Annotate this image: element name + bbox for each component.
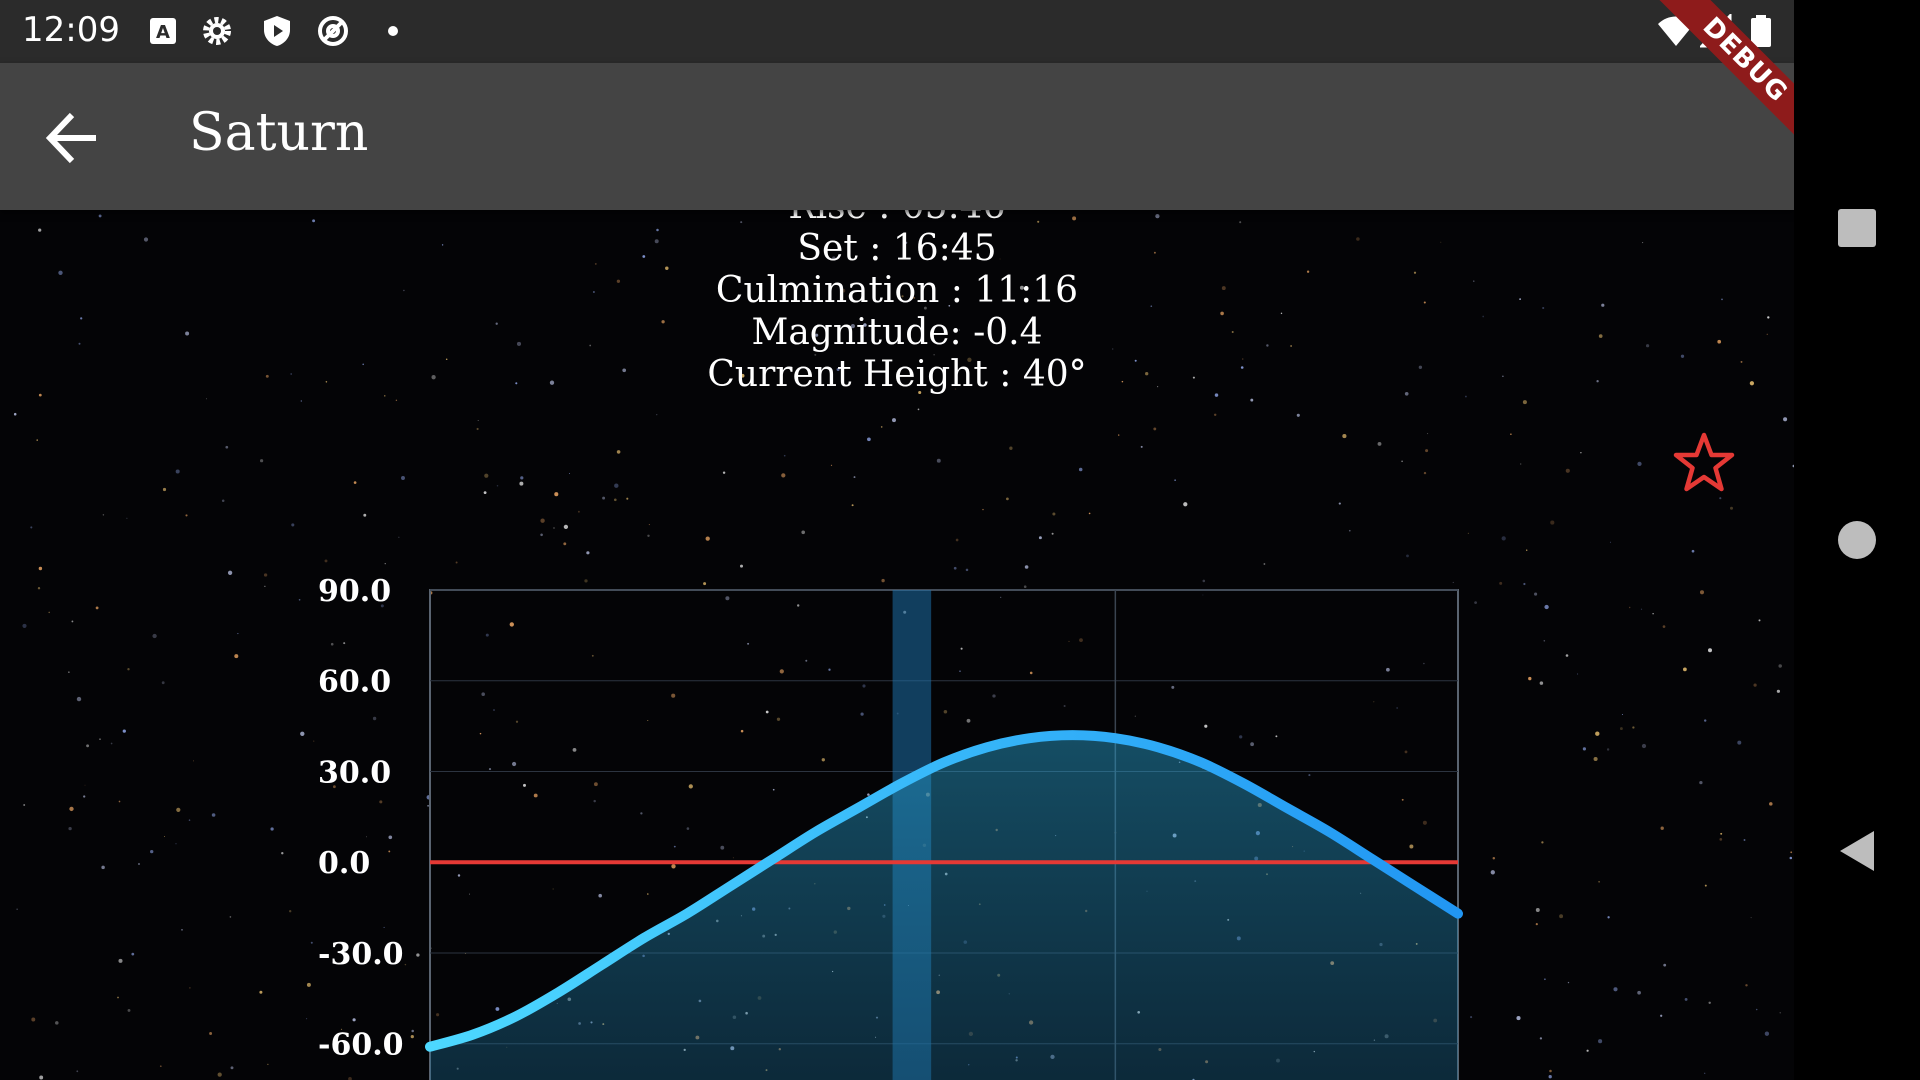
system-nav-bar [1794,0,1920,1080]
y-tick-label: 0.0 [318,846,370,881]
y-tick-label: 60.0 [318,665,391,700]
status-clock: 12:09 [22,10,120,50]
y-tick-label: 90.0 [318,574,391,609]
altitude-chart: 90.0 60.0 30.0 0.0 -30.0 -60.0 [318,574,1463,1080]
settings-gear-icon [203,17,231,45]
svg-text:A: A [156,22,170,43]
y-tick-label: 30.0 [318,755,391,790]
at-circle-icon [318,16,348,46]
dot-icon [388,26,398,36]
keyboard-a-icon: A [150,18,176,44]
planet-detail-content: Rise : 05:46 Set : 16:45 Culmination : 1… [0,210,1794,1080]
back-arrow-icon[interactable] [40,108,106,168]
page-title: Saturn [189,103,369,163]
y-tick-label: -60.0 [318,1028,404,1063]
circle-home-icon[interactable] [1836,519,1878,561]
app-bar: Saturn [0,63,1794,210]
debug-banner: DEBUG [1643,0,1794,160]
altitude-area [430,735,1458,1080]
square-recents-icon[interactable] [1836,207,1878,249]
triangle-back-icon[interactable] [1836,829,1878,873]
y-tick-label: -30.0 [318,937,404,972]
shield-play-icon [264,16,290,46]
status-bar: 12:09 A [0,0,1794,63]
debug-banner-container: DEBUG [1600,0,1794,160]
